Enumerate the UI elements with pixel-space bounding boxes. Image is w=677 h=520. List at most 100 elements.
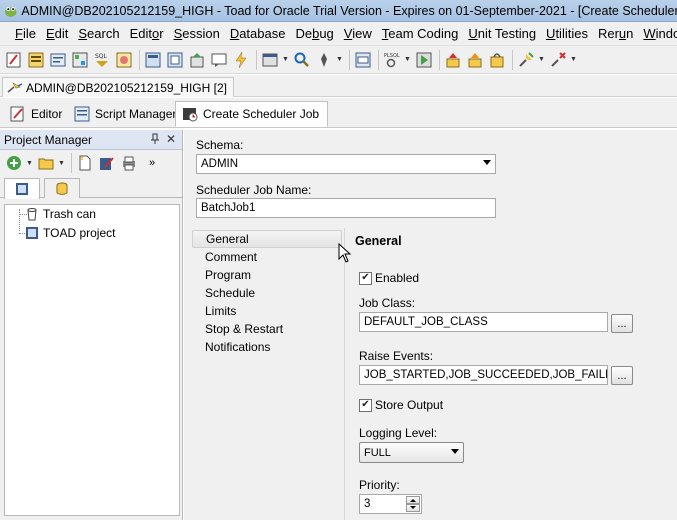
pm-tab-database[interactable] — [44, 178, 80, 198]
reports-icon[interactable] — [209, 50, 229, 70]
menu-debug[interactable]: Debug — [290, 26, 338, 41]
disconnect-icon[interactable] — [548, 50, 568, 70]
sql-optimizer-icon[interactable]: SQL — [92, 50, 112, 70]
chevron-down-icon — [451, 449, 459, 454]
plsql-profiler-icon[interactable]: PLSQL — [382, 50, 402, 70]
raise-events-input[interactable]: JOB_STARTED,JOB_SUCCEEDED,JOB_FAILED,JOB — [359, 365, 608, 385]
job-name-value: BatchJob1 — [201, 202, 256, 214]
automation-icon[interactable] — [231, 50, 251, 70]
debug-run-icon[interactable] — [414, 50, 434, 70]
project-manager-header: Project Manager ✕ — [0, 130, 182, 150]
nav-item-notifications[interactable]: Notifications — [192, 338, 342, 356]
nav-item-limits[interactable]: Limits — [192, 302, 342, 320]
transaction-icon[interactable] — [487, 50, 507, 70]
menu-window[interactable]: Window — [638, 26, 677, 41]
folder-dropdown-icon[interactable]: ▼ — [58, 160, 65, 167]
edit-file-icon[interactable] — [97, 153, 117, 173]
spin-up-icon[interactable] — [406, 496, 420, 504]
tab-editor[interactable]: Editor — [4, 101, 70, 127]
menu-database[interactable]: Database — [225, 26, 291, 41]
menu-team-coding[interactable]: Team Coding — [377, 26, 464, 41]
section-title: General — [355, 234, 402, 248]
toolbar-separator — [378, 49, 379, 70]
menu-utilities[interactable]: Utilities — [541, 26, 593, 41]
nav-item-stop-restart[interactable]: Stop & Restart — [192, 320, 342, 338]
print-icon[interactable] — [119, 153, 139, 173]
connect-icon[interactable] — [516, 50, 536, 70]
logging-level-value: FULL — [364, 446, 391, 459]
menu-session[interactable]: Session — [169, 26, 225, 41]
project-tree: Trash can TOAD project — [4, 204, 180, 516]
sql-icon[interactable] — [48, 50, 68, 70]
logging-level-dropdown[interactable]: FULL — [359, 442, 464, 463]
tab-script-manager[interactable]: Script Manager — [68, 101, 184, 127]
menu-file[interactable]: File — [10, 26, 41, 41]
editor-icon[interactable] — [4, 50, 24, 70]
disconnect-dropdown-icon[interactable]: ▼ — [570, 56, 577, 63]
export-icon[interactable] — [187, 50, 207, 70]
schema-combobox[interactable]: ADMIN — [196, 154, 496, 174]
new-file-icon[interactable] — [75, 153, 95, 173]
priority-label: Priority: — [359, 478, 400, 492]
nav-item-comment[interactable]: Comment — [192, 248, 342, 266]
connection-tab[interactable]: ADMIN@DB202105212159_HIGH [2] — [2, 77, 234, 97]
project-icon — [26, 227, 38, 239]
pin-dropdown-arrow-icon[interactable]: ▼ — [336, 56, 343, 63]
object-search-icon[interactable] — [292, 50, 312, 70]
toolbar-separator — [71, 153, 72, 173]
window-list-dropdown-icon[interactable]: ▼ — [282, 56, 289, 63]
profiler-dropdown-icon[interactable]: ▼ — [404, 56, 411, 63]
close-icon[interactable]: ✕ — [166, 132, 176, 146]
folder-open-icon[interactable] — [36, 153, 56, 173]
logging-level-label: Logging Level: — [359, 426, 438, 440]
job-class-input[interactable]: DEFAULT_JOB_CLASS — [359, 312, 608, 332]
nav-item-general[interactable]: General — [192, 230, 342, 248]
code-snippets-icon[interactable] — [353, 50, 373, 70]
commit-icon[interactable] — [465, 50, 485, 70]
schema-browser-icon[interactable] — [26, 50, 46, 70]
toolbar-separator — [349, 49, 350, 70]
priority-stepper[interactable]: 3 — [359, 494, 422, 514]
menu-unit-testing[interactable]: Unit Testing — [463, 26, 541, 41]
job-name-input[interactable]: BatchJob1 — [196, 198, 496, 218]
connection-bar: ADMIN@DB202105212159_HIGH [2] — [0, 75, 677, 97]
tab-create-scheduler-job[interactable]: Create Scheduler Job — [175, 101, 329, 127]
project-manager-toolbar: ▼ ▼ » — [0, 150, 182, 176]
checkmark-icon: ✔ — [359, 398, 372, 412]
add-dropdown-icon[interactable]: ▼ — [26, 160, 33, 167]
database-browser-icon[interactable] — [165, 50, 185, 70]
project-manager-tabs — [0, 176, 182, 199]
more-toolbar-icon[interactable]: » — [149, 157, 155, 169]
toolbar-separator — [139, 49, 140, 70]
menu-edit[interactable]: Edit — [41, 26, 73, 41]
checkmark-icon: ✔ — [359, 271, 372, 285]
add-green-icon[interactable] — [4, 153, 24, 173]
menu-search[interactable]: Search — [73, 26, 124, 41]
session-browser-icon[interactable] — [143, 50, 163, 70]
pm-tab-projects[interactable] — [4, 178, 40, 199]
tree-item-label: TOAD project — [43, 226, 116, 240]
rollback-icon[interactable] — [443, 50, 463, 70]
menu-editor[interactable]: Editor — [125, 26, 169, 41]
pin-icon[interactable] — [150, 133, 160, 148]
raise-events-browse-button[interactable]: ... — [611, 366, 633, 385]
project-manager-title: Project Manager — [4, 132, 93, 147]
trash-can-icon — [27, 208, 37, 221]
enabled-checkbox[interactable]: ✔ Enabled — [359, 271, 419, 285]
sql-monitor-icon[interactable] — [114, 50, 134, 70]
tree-item-trash-can[interactable]: Trash can — [15, 207, 96, 221]
tree-item-toad-project[interactable]: TOAD project — [15, 226, 115, 240]
nav-item-schedule[interactable]: Schedule — [192, 284, 342, 302]
store-output-checkbox[interactable]: ✔ Store Output — [359, 398, 443, 412]
pin-dropdown-icon[interactable] — [314, 50, 334, 70]
menu-view[interactable]: View — [339, 26, 377, 41]
query-builder-icon[interactable] — [70, 50, 90, 70]
job-class-browse-button[interactable]: ... — [611, 314, 633, 333]
project-manager-panel: Project Manager ✕ ▼ ▼ » Trash can TOAD p… — [0, 130, 183, 520]
spin-down-icon[interactable] — [406, 504, 420, 512]
connect-dropdown-icon[interactable]: ▼ — [538, 56, 545, 63]
nav-item-program[interactable]: Program — [192, 266, 342, 284]
panel-divider — [344, 228, 345, 520]
menu-rerun[interactable]: Rerun — [593, 26, 638, 41]
window-list-icon[interactable] — [260, 50, 280, 70]
